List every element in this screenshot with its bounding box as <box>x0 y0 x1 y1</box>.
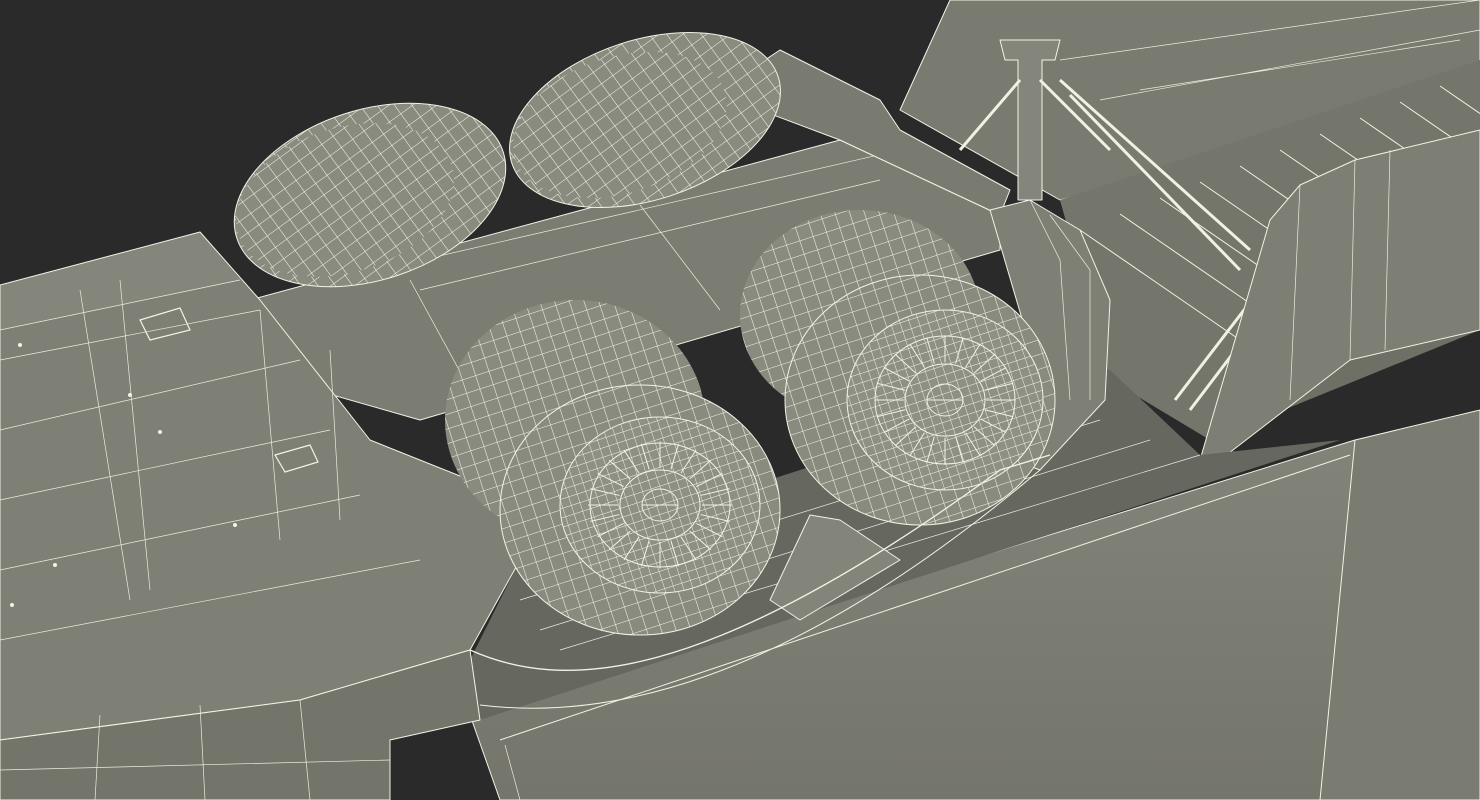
wireframe-render <box>0 0 1480 800</box>
render-viewport <box>0 0 1480 800</box>
